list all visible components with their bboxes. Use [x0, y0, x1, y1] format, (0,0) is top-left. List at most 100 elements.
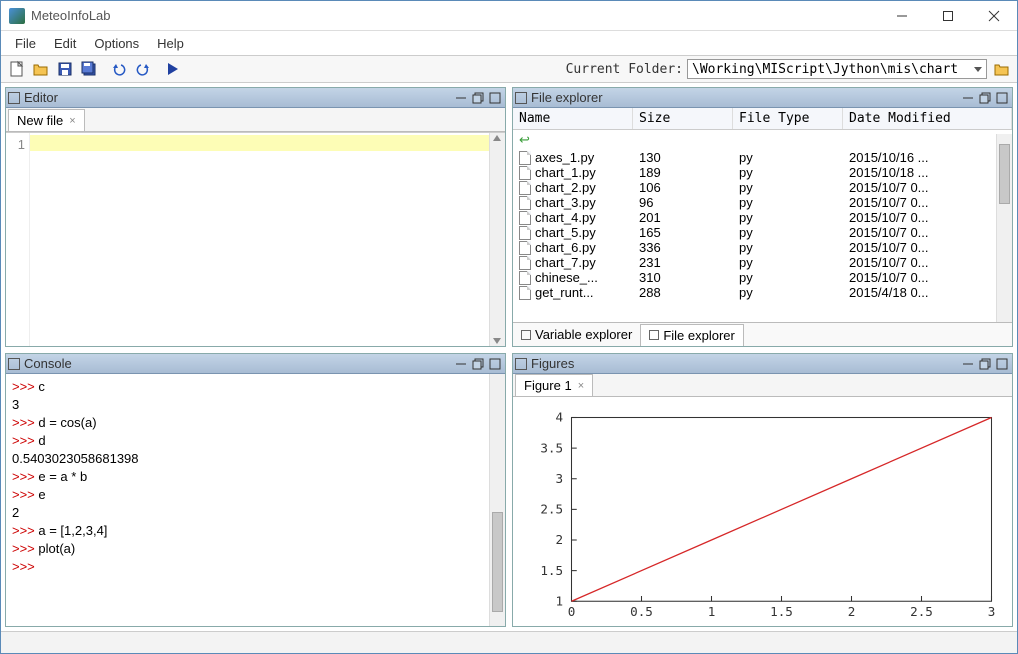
save-icon[interactable]: [54, 58, 76, 80]
minimize-panel-icon[interactable]: [960, 90, 976, 106]
figure-tab[interactable]: Figure 1 ×: [515, 374, 593, 396]
parent-folder-icon[interactable]: ↩: [513, 130, 1012, 150]
figure-tab-label: Figure 1: [524, 378, 572, 393]
file-icon: [519, 211, 531, 225]
editor-scrollbar[interactable]: [489, 133, 505, 346]
menu-file[interactable]: File: [7, 34, 44, 53]
file-explorer-title: File explorer: [531, 90, 959, 105]
table-row[interactable]: axes_1.py130py2015/10/16 ...: [513, 150, 1012, 165]
file-scrollbar[interactable]: [996, 134, 1012, 322]
save-all-icon[interactable]: [78, 58, 100, 80]
close-button[interactable]: [971, 1, 1017, 31]
maximize-button[interactable]: [925, 1, 971, 31]
table-row[interactable]: chart_7.py231py2015/10/7 0...: [513, 255, 1012, 270]
file-icon: [519, 241, 531, 255]
line-chart: 00.511.522.5311.522.533.54: [519, 407, 1002, 626]
svg-text:3.5: 3.5: [540, 440, 563, 455]
svg-text:1: 1: [556, 593, 564, 608]
table-row[interactable]: chart_6.py336py2015/10/7 0...: [513, 240, 1012, 255]
file-icon: [519, 256, 531, 270]
svg-text:0: 0: [568, 604, 576, 619]
file-explorer-panel: File explorer Name Size File Type Date M…: [512, 87, 1013, 347]
svg-text:0.5: 0.5: [630, 604, 653, 619]
restore-panel-icon[interactable]: [470, 90, 486, 106]
file-icon: [519, 181, 531, 195]
maximize-panel-icon[interactable]: [994, 90, 1010, 106]
minimize-panel-icon[interactable]: [453, 90, 469, 106]
console-title: Console: [24, 356, 452, 371]
file-icon: [519, 271, 531, 285]
close-tab-icon[interactable]: ×: [69, 115, 75, 127]
file-icon: [519, 166, 531, 180]
file-table[interactable]: Name Size File Type Date Modified ↩ axes…: [513, 108, 1012, 322]
svg-text:3: 3: [988, 604, 996, 619]
menubar: File Edit Options Help: [1, 31, 1017, 55]
console-line: >>> c: [12, 378, 505, 396]
restore-panel-icon[interactable]: [977, 356, 993, 372]
open-file-icon[interactable]: [30, 58, 52, 80]
app-icon: [9, 8, 25, 24]
table-row[interactable]: chart_5.py165py2015/10/7 0...: [513, 225, 1012, 240]
console-panel: Console >>> c3>>> d = cos(a)>>> d0.54030…: [5, 353, 506, 627]
maximize-panel-icon[interactable]: [487, 356, 503, 372]
svg-text:1.5: 1.5: [540, 563, 563, 578]
file-icon: [519, 151, 531, 165]
maximize-panel-icon[interactable]: [994, 356, 1010, 372]
col-date[interactable]: Date Modified: [843, 108, 1012, 129]
svg-text:3: 3: [556, 471, 564, 486]
menu-options[interactable]: Options: [86, 34, 147, 53]
table-row[interactable]: chart_2.py106py2015/10/7 0...: [513, 180, 1012, 195]
close-tab-icon[interactable]: ×: [578, 380, 584, 392]
figures-panel: Figures Figure 1 × 00.511.522.5311.522.5…: [512, 353, 1013, 627]
minimize-panel-icon[interactable]: [453, 356, 469, 372]
restore-panel-icon[interactable]: [470, 356, 486, 372]
folder-label: Current Folder:: [566, 62, 683, 77]
console-line: >>> a = [1,2,3,4]: [12, 522, 505, 540]
console-output[interactable]: >>> c3>>> d = cos(a)>>> d0.5403023058681…: [6, 374, 505, 626]
console-scrollbar[interactable]: [489, 374, 505, 626]
console-line: 0.5403023058681398: [12, 450, 505, 468]
run-icon[interactable]: [162, 58, 184, 80]
redo-icon[interactable]: [132, 58, 154, 80]
table-row[interactable]: chart_4.py201py2015/10/7 0...: [513, 210, 1012, 225]
titlebar: MeteoInfoLab: [1, 1, 1017, 31]
console-line: >>>: [12, 558, 505, 576]
table-row[interactable]: chart_1.py189py2015/10/18 ...: [513, 165, 1012, 180]
editor-panel: Editor New file × 1: [5, 87, 506, 347]
panel-icon: [515, 358, 527, 370]
minimize-button[interactable]: [879, 1, 925, 31]
app-title: MeteoInfoLab: [31, 8, 879, 23]
console-line: 2: [12, 504, 505, 522]
browse-folder-icon[interactable]: [991, 58, 1013, 80]
col-size[interactable]: Size: [633, 108, 733, 129]
svg-text:2: 2: [556, 532, 564, 547]
table-row[interactable]: chart_3.py96py2015/10/7 0...: [513, 195, 1012, 210]
current-line-highlight: [30, 135, 489, 151]
undo-icon[interactable]: [108, 58, 130, 80]
maximize-panel-icon[interactable]: [487, 90, 503, 106]
line-gutter: 1: [6, 133, 30, 346]
col-name[interactable]: Name: [513, 108, 633, 129]
restore-panel-icon[interactable]: [977, 90, 993, 106]
menu-help[interactable]: Help: [149, 34, 192, 53]
menu-edit[interactable]: Edit: [46, 34, 84, 53]
svg-text:2.5: 2.5: [540, 502, 563, 517]
col-type[interactable]: File Type: [733, 108, 843, 129]
code-editor[interactable]: [30, 133, 505, 346]
table-row[interactable]: chinese_...310py2015/10/7 0...: [513, 270, 1012, 285]
table-row[interactable]: get_runt...288py2015/4/18 0...: [513, 285, 1012, 300]
panel-icon: [8, 358, 20, 370]
current-folder-input[interactable]: [687, 59, 987, 79]
tab-variable-explorer[interactable]: Variable explorer: [513, 324, 640, 345]
editor-tab[interactable]: New file ×: [8, 109, 85, 131]
file-icon: [519, 286, 531, 300]
editor-tab-label: New file: [17, 113, 63, 128]
svg-text:1.5: 1.5: [770, 604, 793, 619]
console-line: >>> d: [12, 432, 505, 450]
panel-icon: [515, 92, 527, 104]
console-line: >>> e = a * b: [12, 468, 505, 486]
tab-file-explorer[interactable]: File explorer: [640, 324, 744, 347]
console-line: >>> e: [12, 486, 505, 504]
minimize-panel-icon[interactable]: [960, 356, 976, 372]
new-file-icon[interactable]: [6, 58, 28, 80]
